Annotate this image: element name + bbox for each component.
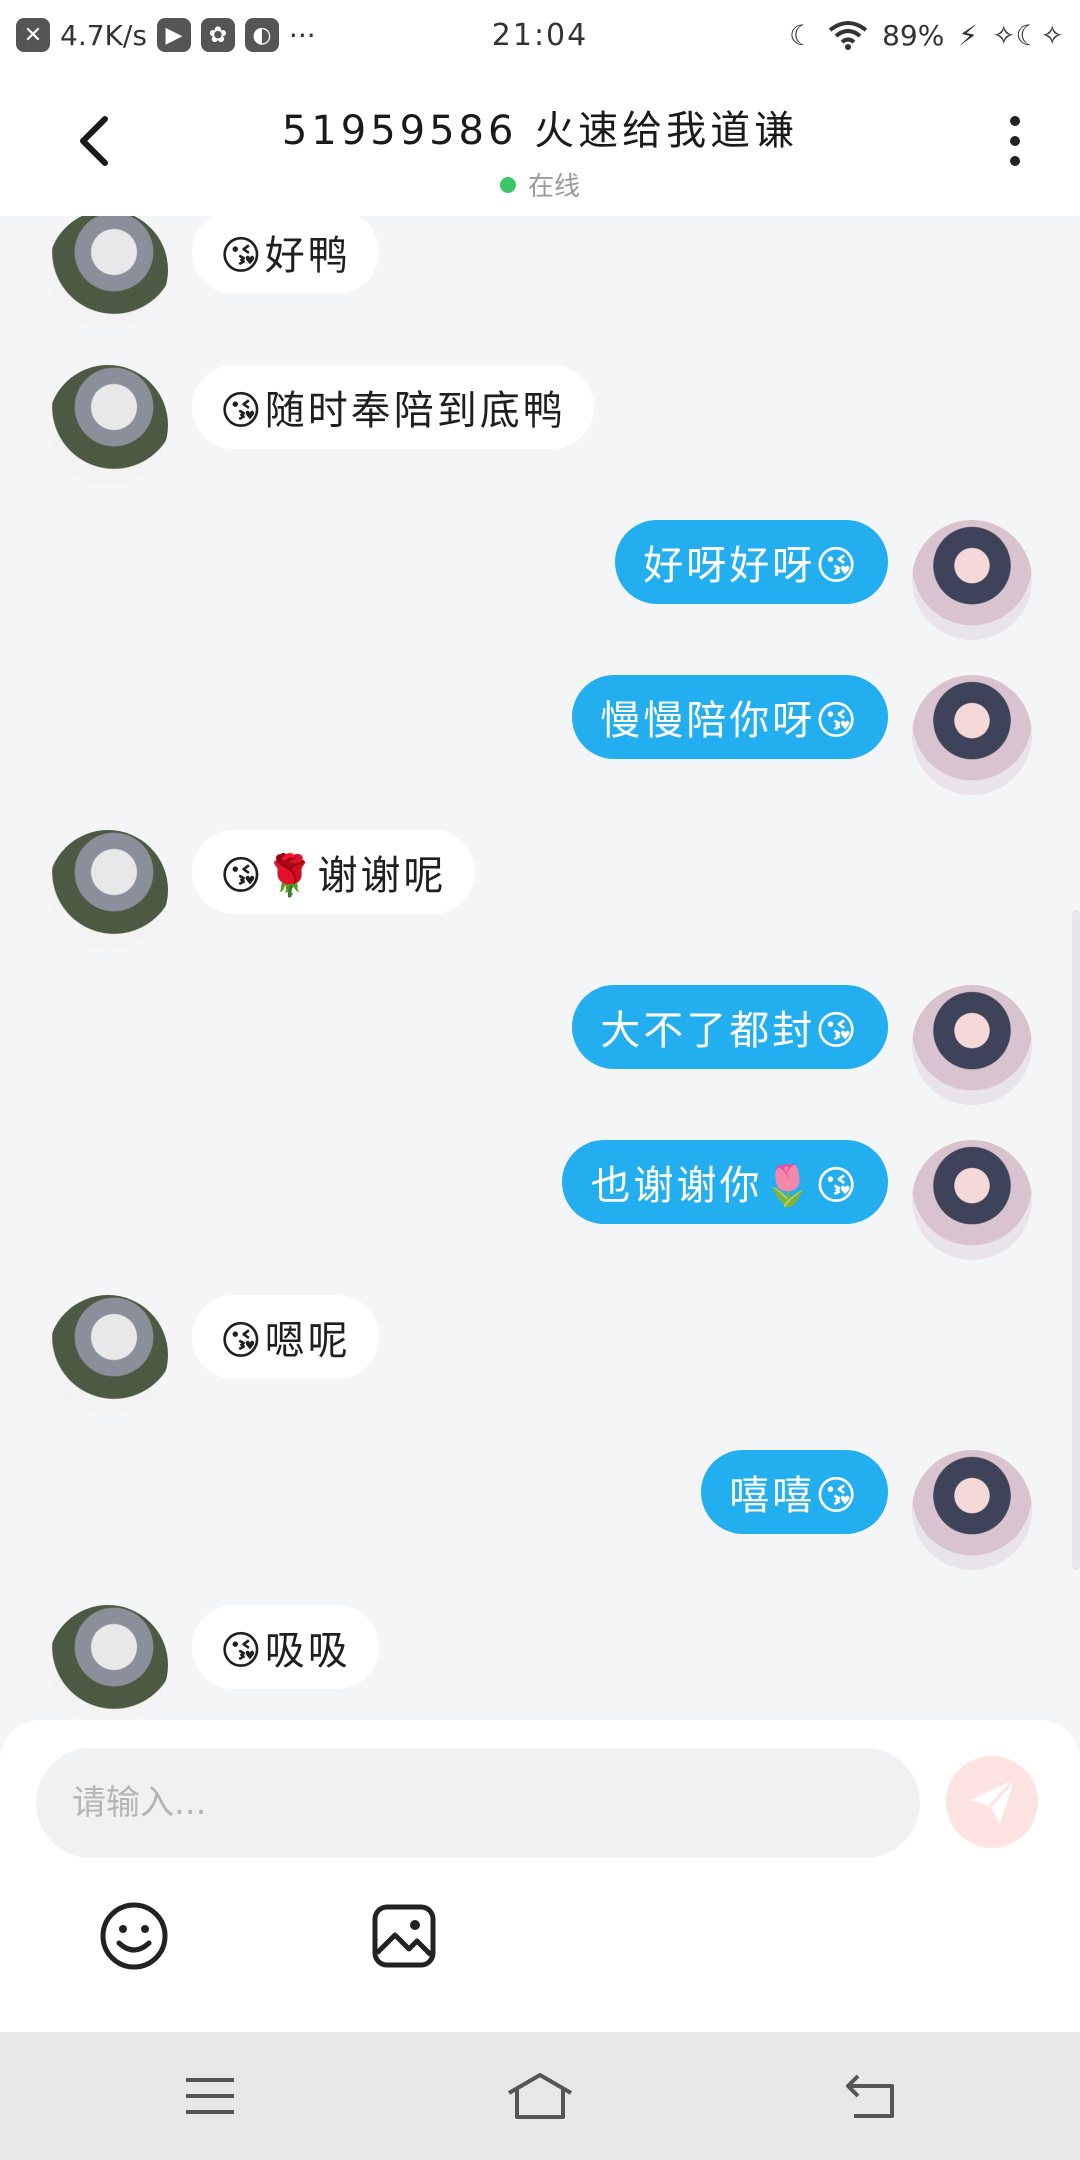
status-bar: ✕ 4.7K/s ▶ ✿ ◐ ··· 21:04 ☾ 89% ⚡ ✧☾✧ (0, 0, 1080, 70)
message-bubble[interactable]: 😘🌹谢谢呢 (192, 830, 475, 914)
my-avatar[interactable] (912, 520, 1032, 640)
message-row: 😘嗯呢 (0, 1295, 1080, 1425)
online-dot-icon (499, 176, 516, 193)
charging-icon: ⚡ (958, 18, 978, 52)
return-icon (846, 2074, 894, 2118)
home-nav-button[interactable] (500, 2056, 580, 2136)
paper-plane-icon (970, 1778, 1016, 1824)
message-bubble[interactable]: 嘻嘻😘 (701, 1450, 888, 1534)
message-bubble[interactable]: 好呀好呀😘 (615, 520, 888, 604)
message-row: 也谢谢你🌷😘 (0, 1140, 1080, 1270)
back-button[interactable] (60, 106, 130, 176)
contact-avatar[interactable] (48, 1605, 168, 1720)
my-avatar[interactable] (912, 985, 1032, 1105)
message-bubble[interactable]: 也谢谢你🌷😘 (562, 1140, 888, 1224)
status-left: ✕ 4.7K/s ▶ ✿ ◐ ··· (16, 18, 789, 52)
more-dot-icon (1010, 136, 1020, 146)
message-row: 好呀好呀😘 (0, 520, 1080, 650)
message-row: 嘻嘻😘 (0, 1450, 1080, 1580)
message-row: 😘吸吸 (0, 1605, 1080, 1720)
more-dot-icon (1010, 116, 1020, 126)
composer (0, 1720, 1080, 2032)
contact-avatar[interactable] (48, 365, 168, 485)
message-row: 慢慢陪你呀😘 (0, 675, 1080, 805)
message-row: 😘随时奉陪到底鸭 (0, 365, 1080, 495)
contact-avatar[interactable] (48, 1295, 168, 1415)
fan-app-icon: ✿ (200, 18, 235, 52)
menu-icon (186, 2078, 234, 2114)
contact-avatar[interactable] (48, 216, 168, 330)
message-list[interactable]: 😘好鸭 😘随时奉陪到底鸭 好呀好呀😘 慢慢陪你呀😘 😘🌹谢谢呢 大不了都封😘 也… (0, 216, 1080, 1720)
image-icon (372, 1904, 436, 1968)
net-speed: 4.7K/s (60, 18, 147, 52)
my-avatar[interactable] (912, 675, 1032, 795)
message-bubble[interactable]: 大不了都封😘 (572, 985, 888, 1069)
message-bubble[interactable]: 😘好鸭 (192, 216, 379, 294)
my-avatar[interactable] (912, 1450, 1032, 1570)
send-button[interactable] (946, 1756, 1038, 1848)
message-bubble[interactable]: 😘吸吸 (192, 1605, 379, 1689)
decoration-icon: ✧☾✧ (991, 18, 1064, 52)
video-app-icon: ▶ (156, 18, 191, 52)
message-bubble[interactable]: 慢慢陪你呀😘 (572, 675, 888, 759)
message-row: 大不了都封😘 (0, 985, 1080, 1115)
planet-app-icon: ◐ (244, 18, 279, 52)
message-bubble[interactable]: 😘嗯呢 (192, 1295, 379, 1379)
my-avatar[interactable] (912, 1140, 1032, 1260)
do-not-disturb-icon: ☾ (788, 18, 815, 52)
contact-avatar[interactable] (48, 830, 168, 950)
message-row: 😘🌹谢谢呢 (0, 830, 1080, 960)
chat-header: 51959586 火速给我道谦 在线 (0, 70, 1080, 216)
image-button[interactable] (368, 1900, 440, 1972)
message-input[interactable] (36, 1748, 920, 1858)
close-notification-icon: ✕ (16, 18, 50, 52)
wifi-icon (828, 21, 868, 50)
home-icon (507, 2073, 573, 2119)
chevron-left-icon (80, 116, 108, 166)
menu-nav-button[interactable] (170, 2056, 250, 2136)
online-status-label: 在线 (527, 172, 580, 202)
back-nav-button[interactable] (830, 2056, 910, 2136)
status-right: ☾ 89% ⚡ ✧☾✧ (789, 19, 1064, 52)
online-status: 在线 (200, 166, 880, 203)
smile-icon (100, 1902, 168, 1970)
more-options-button[interactable] (990, 106, 1040, 176)
title-wrap: 51959586 火速给我道谦 在线 (200, 98, 880, 203)
message-row: 😘好鸭 (0, 216, 1080, 340)
battery-level: 89% (882, 18, 945, 52)
more-dot-icon (1010, 156, 1020, 166)
emoji-button[interactable] (98, 1900, 170, 1972)
more-notifications: ··· (288, 18, 316, 52)
system-nav-bar (0, 2032, 1080, 2160)
scrollbar[interactable] (1072, 910, 1080, 1570)
chat-title: 51959586 火速给我道谦 (281, 108, 799, 154)
message-bubble[interactable]: 😘随时奉陪到底鸭 (192, 365, 594, 449)
